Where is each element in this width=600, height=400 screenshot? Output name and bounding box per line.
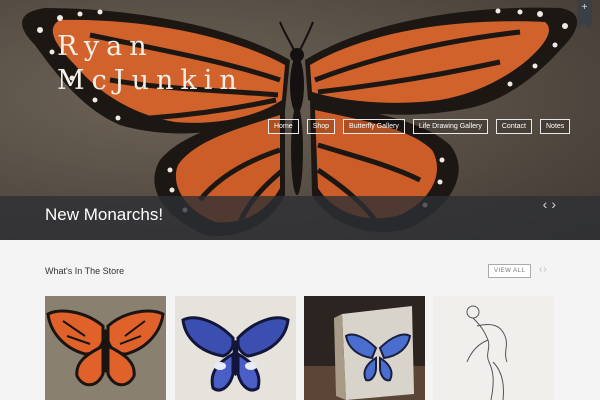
nav-home[interactable]: Home [268, 119, 299, 134]
nav-shop[interactable]: Shop [306, 119, 336, 134]
site-title-line-2: McJunkin [57, 65, 244, 96]
main-navigation: Home Shop Butterfly Gallery Life Drawing… [268, 119, 578, 134]
monarch-butterfly-image [45, 296, 166, 400]
nav-butterfly-gallery[interactable]: Butterfly Gallery [343, 119, 405, 134]
store-carousel-arrows: ‹ › [539, 264, 547, 275]
figure-drawing-image [433, 296, 554, 400]
nav-contact[interactable]: Contact [495, 119, 532, 134]
blue-butterfly-image [175, 296, 296, 400]
corner-toggle-button[interactable]: + [577, 0, 592, 29]
slider-arrows: ‹ › [543, 196, 556, 212]
chevron-left-icon[interactable]: ‹ [543, 196, 548, 212]
product-tile-monarch[interactable] [45, 296, 166, 400]
slider-caption: New Monarchs! [45, 205, 164, 224]
chevron-right-icon[interactable]: › [551, 196, 556, 212]
chevron-right-icon[interactable]: › [543, 264, 546, 275]
nav-notes[interactable]: Notes [540, 119, 571, 134]
nav-life-drawing-gallery[interactable]: Life Drawing Gallery [412, 119, 488, 134]
framed-butterfly-image [304, 296, 425, 400]
view-all-button[interactable]: VIEW ALL [488, 264, 532, 278]
site-title[interactable]: Ryan McJunkin [57, 30, 244, 98]
site-title-line-1: Ryan [57, 31, 154, 62]
hero-slider: Ryan McJunkin Home Shop Butterfly Galler… [0, 0, 600, 240]
product-tile-blue-butterfly-framed[interactable] [304, 296, 425, 400]
product-tile-blue-butterfly[interactable] [175, 296, 296, 400]
chevron-left-icon[interactable]: ‹ [539, 264, 542, 275]
store-section-title: What's In The Store [45, 266, 125, 276]
plus-icon: + [581, 2, 588, 13]
product-tile-life-drawing[interactable] [433, 296, 554, 400]
